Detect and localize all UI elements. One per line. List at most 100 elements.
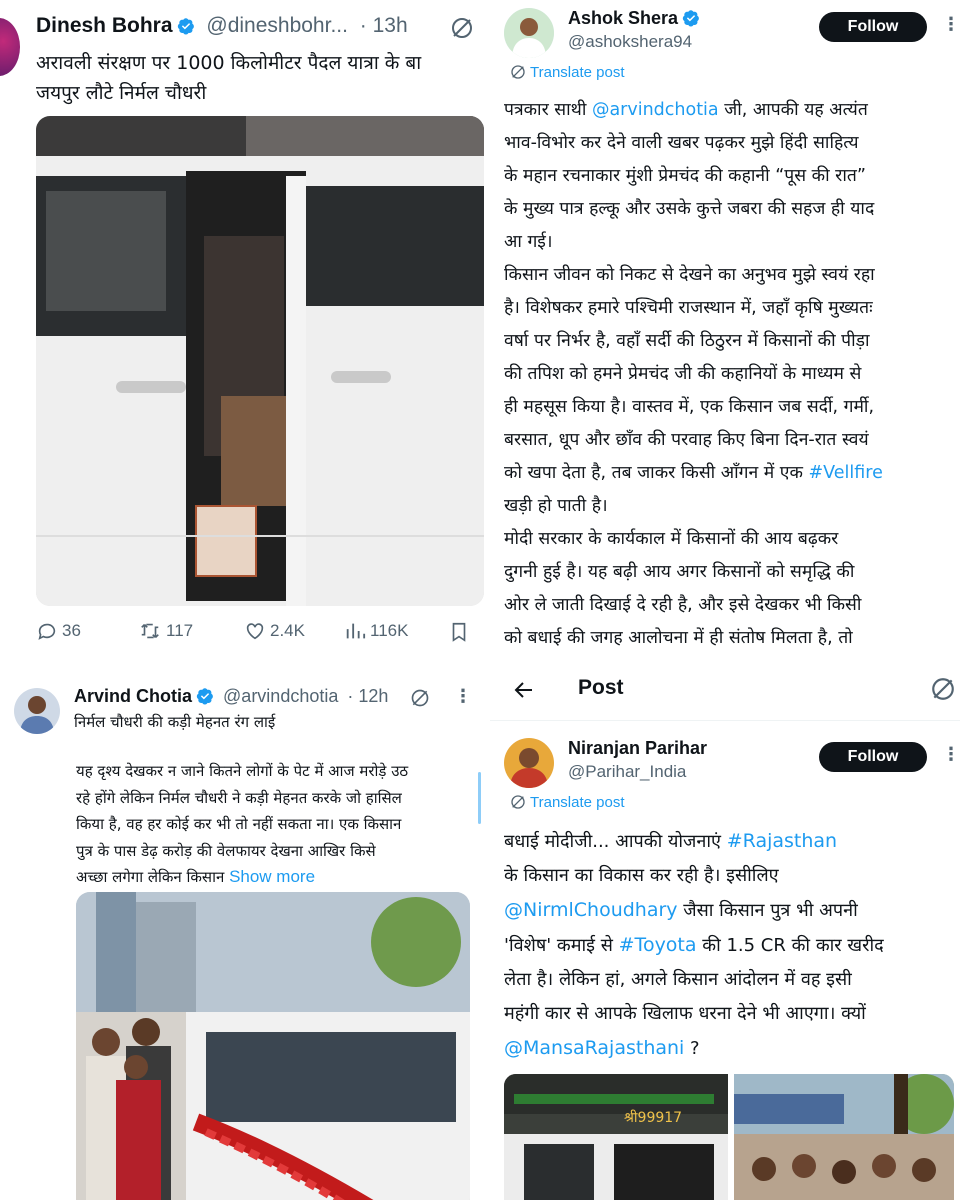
- avatar-person: [504, 738, 554, 788]
- crowd-photo-illustration: [734, 1074, 954, 1200]
- tweet-text-line: अरावली संरक्षण पर 1000 किलोमीटर पैदल यात…: [36, 52, 422, 74]
- author-name[interactable]: Niranjan Parihar: [568, 738, 707, 759]
- tweet-image-2[interactable]: [734, 1074, 954, 1200]
- repost-count: 117: [166, 621, 194, 640]
- tweet-image-car[interactable]: [36, 116, 484, 606]
- mention-link[interactable]: @MansaRajasthani: [504, 1037, 684, 1059]
- translate-icon: [511, 795, 525, 809]
- tweet-ashok-shera: Ashok Shera @ashokshera94 Follow ⋮ Trans…: [490, 0, 960, 665]
- text-line: रहे होंगे लेकिन निर्मल चौधरी ने कड़ी मेह…: [76, 788, 402, 807]
- translate-label[interactable]: Translate post: [530, 64, 625, 81]
- tweet-header: Arvind Chotia @arvindchotia · 12h: [74, 686, 388, 707]
- tweet-text-line: को खपा देता है, तब जाकर किसी आँगन में एक…: [504, 457, 883, 490]
- tweet-text: अरावली संरक्षण पर 1000 किलोमीटर पैदल यात…: [36, 48, 421, 108]
- car-crowd-illustration: [76, 892, 470, 1200]
- text-line: पुत्र के पास डेढ़ करोड़ की वेलफायर देखना…: [76, 841, 376, 860]
- hashtag-link[interactable]: #Vellfire: [809, 463, 883, 483]
- page-title: Post: [578, 676, 624, 699]
- translate-label[interactable]: Translate post: [530, 794, 625, 811]
- back-arrow-icon[interactable]: [512, 678, 536, 702]
- tweet-text-line: भाव-विभोर कर देने वाली खबर पढ़कर मुझे हि…: [504, 133, 859, 153]
- tweet-text: बधाई मोदीजी... आपकी योजनाएं #Rajasthan क…: [504, 824, 884, 1066]
- more-options-icon[interactable]: ⋮: [942, 744, 960, 765]
- text-line: किया है, वह हर कोई कर भी तो नहीं सकता ना…: [76, 815, 402, 833]
- avatar[interactable]: [0, 18, 20, 76]
- grok-icon[interactable]: [930, 676, 956, 702]
- avatar[interactable]: [14, 688, 60, 734]
- tweet-text-line: 'विशेष' कमाई से #Toyota की 1.5 CR की कार…: [504, 928, 884, 963]
- tweet-header: Dinesh Bohra @dineshbohr... · 13h: [36, 14, 408, 38]
- bookmark-icon[interactable]: [448, 620, 470, 644]
- like-count: 2.4K: [270, 621, 305, 640]
- show-more-link[interactable]: Show more: [229, 867, 315, 886]
- translate-post-link[interactable]: Translate post: [510, 794, 625, 811]
- verified-badge-icon: [196, 688, 213, 705]
- text-line: अच्छा लगेगा लेकिन किसान Show more: [76, 864, 408, 891]
- repost-button[interactable]: 117: [138, 620, 193, 642]
- tweet-text-line: वर्षा पर निर्भर है, वहाँ सर्दी की ठिठुरन…: [504, 331, 870, 351]
- avatar-person: [504, 8, 554, 58]
- views-count: 116K: [370, 621, 409, 640]
- author-name[interactable]: Dinesh Bohra: [36, 14, 173, 37]
- reply-icon: [38, 623, 56, 640]
- hashtag-link[interactable]: #Toyota: [619, 934, 697, 956]
- car-photo-illustration: श्री99917: [504, 1074, 728, 1200]
- tweet-text-line: के महान रचनाकार मुंशी प्रेमचंद की कहानी …: [504, 166, 866, 186]
- tweet-text-line: @NirmlChoudhary जैसा किसान पुत्र भी अपनी: [504, 893, 884, 928]
- tweet-text: पत्रकार साथी @arvindchotia जी, आपकी यह अ…: [504, 94, 883, 655]
- views-button[interactable]: 116K: [344, 620, 408, 642]
- author-name[interactable]: Arvind Chotia: [74, 686, 192, 706]
- tweet-image-car-crowd[interactable]: [76, 892, 470, 1200]
- tweet-text-line: के किसान का विकास कर रही है। इसीलिए: [504, 865, 779, 886]
- follow-button[interactable]: Follow: [819, 742, 927, 772]
- text-span: 'विशेष' कमाई से: [504, 935, 619, 956]
- tweet-dinesh-bohra: Dinesh Bohra @dineshbohr... · 13h अरावली…: [0, 0, 484, 660]
- grok-icon[interactable]: [410, 688, 430, 708]
- tweet-text-line: दुगनी हुई है। यह बढ़ी आय अगर किसानों को …: [504, 562, 855, 582]
- author-handle[interactable]: @dineshbohr...: [206, 14, 348, 37]
- mention-link[interactable]: @arvindchotia: [592, 100, 719, 120]
- author-handle[interactable]: @arvindchotia: [223, 686, 338, 706]
- tweet-text-line: को बधाई की जगह आलोचना में ही संतोष मिलता…: [504, 628, 853, 648]
- text-line: यह दृश्य देखकर न जाने कितने लोगों के पेट…: [76, 762, 409, 780]
- author-name[interactable]: Ashok Shera: [568, 8, 678, 28]
- mention-link[interactable]: @NirmlChoudhary: [504, 899, 678, 921]
- text-span: बधाई मोदीजी... आपकी योजनाएं: [504, 831, 727, 852]
- scroll-indicator: [478, 772, 481, 824]
- tweet-text-line: किसान जीवन को निकट से देखने का अनुभव मुझ…: [504, 265, 875, 285]
- tweet-text-line: बरसात, धूप और छाँव की परवाह किए बिना दिन…: [504, 430, 869, 450]
- post-time[interactable]: · 12h: [347, 686, 388, 706]
- author-handle[interactable]: @Parihar_India: [568, 762, 686, 782]
- text-span: ?: [684, 1038, 700, 1059]
- quoted-text: यह दृश्य देखकर न जाने कितने लोगों के पेट…: [76, 758, 408, 891]
- text-span: अच्छा लगेगा लेकिन किसान: [76, 868, 230, 886]
- tweet-text-line: ही महसूस किया है। वास्तव में, एक किसान ज…: [504, 397, 875, 417]
- tweet-title: निर्मल चौधरी की कड़ी मेहनत रंग लाई: [74, 713, 276, 731]
- avatar[interactable]: [504, 738, 554, 788]
- header-divider: [490, 720, 960, 721]
- more-options-icon[interactable]: ⋮: [454, 686, 472, 707]
- tweet-text-line: खड़ी हो पाती है।: [504, 496, 608, 516]
- like-button[interactable]: 2.4K: [244, 620, 305, 642]
- tweet-text-line: लेता है। लेकिन हां, अगले किसान आंदोलन मे…: [504, 969, 852, 990]
- tweet-arvind-chotia: Arvind Chotia @arvindchotia · 12h ⋮ निर्…: [0, 676, 484, 1200]
- reply-button[interactable]: 36: [36, 620, 81, 642]
- tweet-text-line: आ गई।: [504, 232, 553, 252]
- text-span: की 1.5 CR की कार खरीद: [696, 935, 884, 956]
- follow-button[interactable]: Follow: [819, 12, 927, 42]
- tweet-text-line: जयपुर लौटे निर्मल चौधरी: [36, 82, 207, 104]
- author-handle[interactable]: @ashokshera94: [568, 32, 692, 52]
- tweet-text-line: पत्रकार साथी @arvindchotia जी, आपकी यह अ…: [504, 94, 883, 127]
- tweet-text-line: ओर ले जाती दिखाई दे रही है, और इसे देखकर…: [504, 595, 862, 615]
- avatar[interactable]: [504, 8, 554, 58]
- grok-icon[interactable]: [450, 16, 474, 40]
- tweet-text-line: है। विशेषकर हमारे पश्चिमी राजस्थान में, …: [504, 298, 873, 318]
- avatar-person: [14, 688, 60, 734]
- more-options-icon[interactable]: ⋮: [942, 14, 960, 35]
- hashtag-link[interactable]: #Rajasthan: [727, 830, 837, 852]
- translate-post-link[interactable]: Translate post: [510, 64, 625, 81]
- tweet-image-1[interactable]: श्री99917: [504, 1074, 728, 1200]
- tweet-text-line: @MansaRajasthani ?: [504, 1031, 884, 1066]
- tweet-text-line: के मुख्य पात्र हल्कू और उसके कुत्ते जबरा…: [504, 199, 875, 219]
- post-time[interactable]: · 13h: [360, 14, 408, 37]
